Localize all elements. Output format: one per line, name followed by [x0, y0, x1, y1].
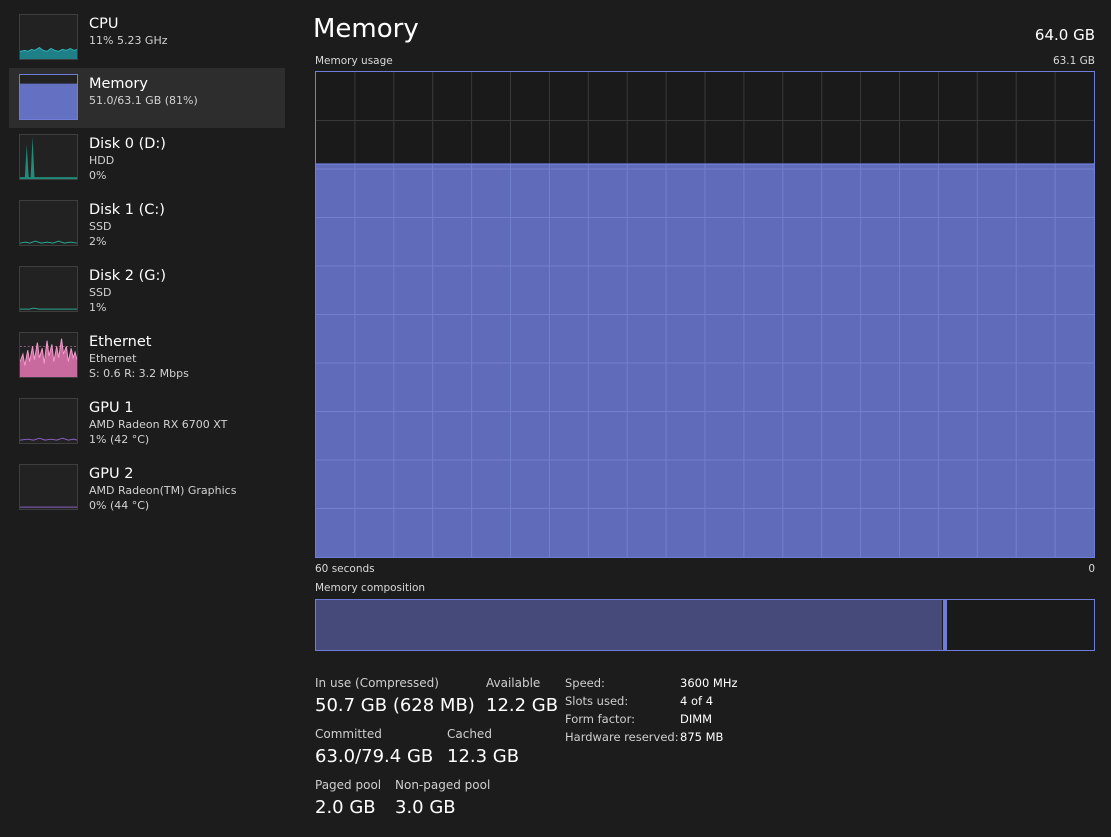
composition-standby[interactable] — [946, 600, 1095, 650]
sidebar-item-type: HDD — [89, 154, 115, 167]
sidebar-item-disk1[interactable]: Disk 1 (C:) SSD 2% — [9, 194, 285, 254]
spec-slots-label: Slots used: — [565, 694, 629, 708]
sidebar-item-title: Disk 0 (D:) — [89, 136, 166, 152]
sidebar: CPU 11% 5.23 GHz Memory 51.0/63.1 GB (81… — [0, 0, 292, 837]
sidebar-item-disk2[interactable]: Disk 2 (G:) SSD 1% — [9, 260, 285, 320]
memory-usage-label: Memory usage — [315, 55, 393, 67]
cached-label: Cached — [447, 727, 492, 741]
sidebar-item-ethernet[interactable]: Ethernet Ethernet S: 0.6 R: 3.2 Mbps — [9, 326, 285, 386]
sidebar-item-memory[interactable]: Memory 51.0/63.1 GB (81%) — [9, 68, 285, 128]
available-value: 12.2 GB — [486, 695, 559, 716]
memory-usage-max: 63.1 GB — [1052, 55, 1095, 67]
sidebar-item-title: GPU 1 — [89, 400, 134, 416]
nonpaged-pool-label: Non-paged pool — [395, 778, 491, 792]
sidebar-item-gpu2[interactable]: GPU 2 AMD Radeon(TM) Graphics 0% (44 °C) — [9, 458, 285, 518]
sidebar-item-title: Ethernet — [89, 334, 152, 350]
sidebar-item-detail: 1% (42 °C) — [89, 433, 150, 446]
paged-pool-value: 2.0 GB — [315, 797, 376, 818]
page-title: Memory — [313, 14, 419, 44]
available-label: Available — [486, 676, 541, 690]
spec-form-factor-label: Form factor: — [565, 712, 635, 726]
memory-composition-bar — [315, 599, 1095, 651]
sidebar-item-type: AMD Radeon RX 6700 XT — [89, 418, 228, 431]
sidebar-item-type: AMD Radeon(TM) Graphics — [89, 484, 237, 497]
sidebar-item-disk0[interactable]: Disk 0 (D:) HDD 0% — [9, 128, 285, 188]
memory-usage-graph — [315, 71, 1095, 558]
sidebar-item-cpu[interactable]: CPU 11% 5.23 GHz — [9, 8, 285, 68]
sidebar-item-title: CPU — [89, 16, 119, 32]
sidebar-item-title: Disk 1 (C:) — [89, 202, 165, 218]
disk2-thumbnail-graph — [19, 266, 78, 312]
sidebar-item-title: GPU 2 — [89, 466, 134, 482]
sidebar-item-detail: 11% 5.23 GHz — [89, 34, 168, 47]
spec-hw-reserved-label: Hardware reserved: — [565, 730, 679, 744]
total-memory: 64.0 GB — [1034, 26, 1095, 44]
paged-pool-label: Paged pool — [315, 778, 382, 792]
sidebar-item-detail: 0% (44 °C) — [89, 499, 150, 512]
nonpaged-pool-value: 3.0 GB — [395, 797, 456, 818]
sidebar-item-gpu1[interactable]: GPU 1 AMD Radeon RX 6700 XT 1% (42 °C) — [9, 392, 285, 452]
spec-speed-value: 3600 MHz — [680, 676, 738, 690]
graph-time-end: 0 — [1088, 563, 1095, 575]
composition-in-use[interactable] — [316, 600, 943, 650]
sidebar-item-type: SSD — [89, 220, 112, 233]
sidebar-item-title: Memory — [89, 76, 148, 92]
disk0-thumbnail-graph — [19, 134, 78, 180]
cached-value: 12.3 GB — [447, 746, 520, 767]
spec-hw-reserved-value: 875 MB — [680, 730, 724, 744]
memory-panel: Memory 64.0 GB Memory usage 63.1 GB 60 s… — [300, 0, 1111, 837]
sidebar-item-type: SSD — [89, 286, 112, 299]
spec-speed-label: Speed: — [565, 676, 605, 690]
memory-composition-label: Memory composition — [315, 582, 426, 594]
spec-form-factor-value: DIMM — [680, 712, 713, 726]
in-use-value: 50.7 GB (628 MB) — [315, 695, 475, 716]
sidebar-item-detail: 2% — [89, 235, 107, 248]
memory-thumbnail-graph — [19, 74, 78, 120]
sidebar-item-detail: 0% — [89, 169, 107, 182]
sidebar-item-title: Disk 2 (G:) — [89, 268, 167, 284]
sidebar-item-detail: 51.0/63.1 GB (81%) — [89, 94, 198, 107]
committed-label: Committed — [315, 727, 382, 741]
ethernet-thumbnail-graph — [19, 332, 78, 378]
gpu2-thumbnail-graph — [19, 464, 78, 510]
sidebar-item-detail: S: 0.6 R: 3.2 Mbps — [89, 367, 189, 380]
gpu1-thumbnail-graph — [19, 398, 78, 444]
sidebar-item-detail: 1% — [89, 301, 107, 314]
graph-time-start: 60 seconds — [315, 563, 375, 575]
in-use-label: In use (Compressed) — [315, 676, 439, 690]
spec-slots-value: 4 of 4 — [680, 694, 714, 708]
cpu-thumbnail-graph — [19, 14, 78, 60]
committed-value: 63.0/79.4 GB — [315, 746, 434, 767]
disk1-thumbnail-graph — [19, 200, 78, 246]
sidebar-item-type: Ethernet — [89, 352, 137, 365]
